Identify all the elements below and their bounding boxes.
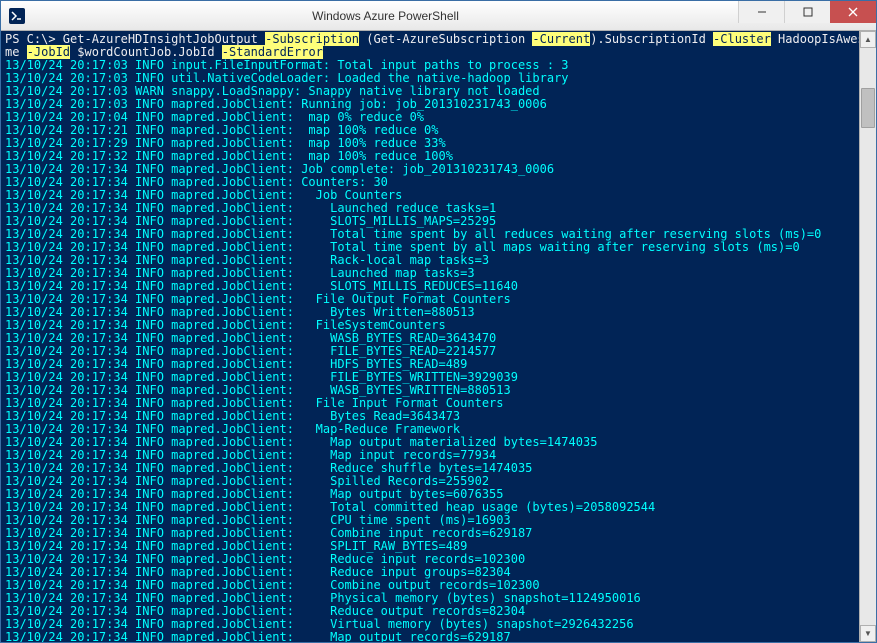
minimize-button[interactable]	[738, 1, 784, 23]
scroll-up-button[interactable]: ▲	[860, 31, 876, 48]
maximize-button[interactable]	[784, 1, 830, 23]
titlebar[interactable]: Windows Azure PowerShell	[1, 1, 876, 31]
minimize-icon	[757, 7, 767, 17]
output-line: 13/10/24 20:17:34 INFO mapred.JobClient:…	[5, 631, 855, 642]
scroll-track[interactable]	[860, 48, 876, 625]
window-controls	[738, 1, 876, 30]
window-title: Windows Azure PowerShell	[33, 9, 738, 23]
close-icon	[848, 7, 858, 17]
scroll-down-button[interactable]: ▼	[860, 625, 876, 642]
scroll-thumb[interactable]	[861, 88, 875, 128]
close-button[interactable]	[830, 1, 876, 23]
maximize-icon	[803, 7, 813, 17]
console-area: PS C:\> Get-AzureHDInsightJobOutput -Sub…	[1, 31, 876, 642]
console-output[interactable]: PS C:\> Get-AzureHDInsightJobOutput -Sub…	[1, 31, 859, 642]
powershell-window: Windows Azure PowerShell PS C:\> Get-Azu…	[0, 0, 877, 643]
vertical-scrollbar[interactable]: ▲ ▼	[859, 31, 876, 642]
powershell-icon	[9, 8, 25, 24]
